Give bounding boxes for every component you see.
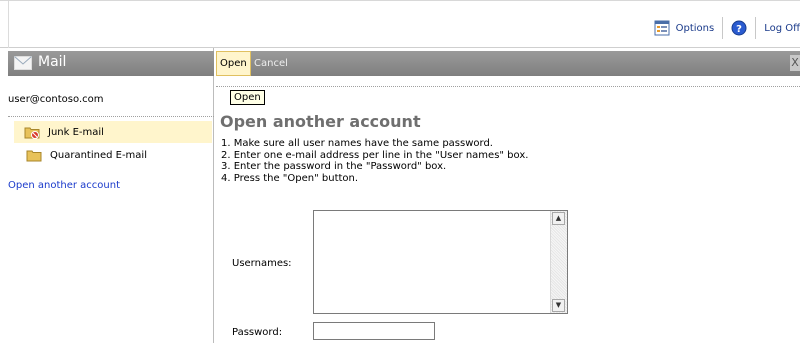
scroll-down-icon[interactable]: ▼ xyxy=(552,299,565,312)
mail-title: Mail xyxy=(38,54,67,70)
toolbar: Open Cancel X xyxy=(216,51,800,76)
frame-divider xyxy=(8,1,9,49)
password-field[interactable] xyxy=(313,322,435,340)
tooltip: Open xyxy=(230,90,265,105)
usernames-label: Usernames: xyxy=(232,258,292,269)
usernames-textarea[interactable]: ▲ ▼ xyxy=(313,210,568,314)
divider xyxy=(216,86,800,87)
options-button[interactable]: Options xyxy=(646,18,723,38)
instruction-line: 4. Press the "Open" button. xyxy=(221,172,359,184)
sidebar: Mail user@contoso.com Junk E-mail Quaran… xyxy=(0,48,214,343)
open-another-account-link[interactable]: Open another account xyxy=(8,180,120,191)
help-button[interactable]: ? xyxy=(723,18,755,38)
account-row[interactable]: user@contoso.com xyxy=(8,86,214,117)
mail-icon xyxy=(14,56,32,70)
junk-folder-icon xyxy=(24,127,40,139)
mail-header: Mail xyxy=(8,51,214,76)
sidebar-item-label: Quarantined E-mail xyxy=(50,149,147,161)
instruction-line: 2. Enter one e-mail address per line in … xyxy=(221,149,529,161)
instructions: 1. Make sure all user names have the sam… xyxy=(221,138,528,184)
folder-icon xyxy=(26,150,42,162)
account-email: user@contoso.com xyxy=(8,94,104,105)
sidebar-item-label: Junk E-mail xyxy=(48,126,104,138)
logoff-label: Log Off xyxy=(764,22,800,34)
top-actions: Options ? Log Off xyxy=(646,17,800,39)
options-label: Options xyxy=(675,22,715,34)
close-icon[interactable]: X xyxy=(790,55,800,71)
svg-text:?: ? xyxy=(736,24,742,35)
sidebar-item-junk-email[interactable]: Junk E-mail xyxy=(14,121,212,143)
top-bar: Options ? Log Off xyxy=(0,0,800,49)
open-button[interactable]: Open xyxy=(216,51,251,76)
help-icon: ? xyxy=(731,20,747,36)
instruction-line: 1. Make sure all user names have the sam… xyxy=(221,138,493,149)
page-title: Open another account xyxy=(220,112,421,131)
password-label: Password: xyxy=(232,327,283,338)
scrollbar[interactable]: ▲ ▼ xyxy=(550,211,567,313)
cancel-button[interactable]: Cancel xyxy=(254,58,288,69)
scroll-up-icon[interactable]: ▲ xyxy=(552,212,565,225)
sidebar-item-quarantined-email[interactable]: Quarantined E-mail xyxy=(16,144,214,166)
instruction-line: 3. Enter the password in the "Password" … xyxy=(221,161,447,172)
options-icon xyxy=(654,20,670,36)
logoff-button[interactable]: Log Off xyxy=(756,18,800,38)
open-button-label: Open xyxy=(220,58,247,69)
